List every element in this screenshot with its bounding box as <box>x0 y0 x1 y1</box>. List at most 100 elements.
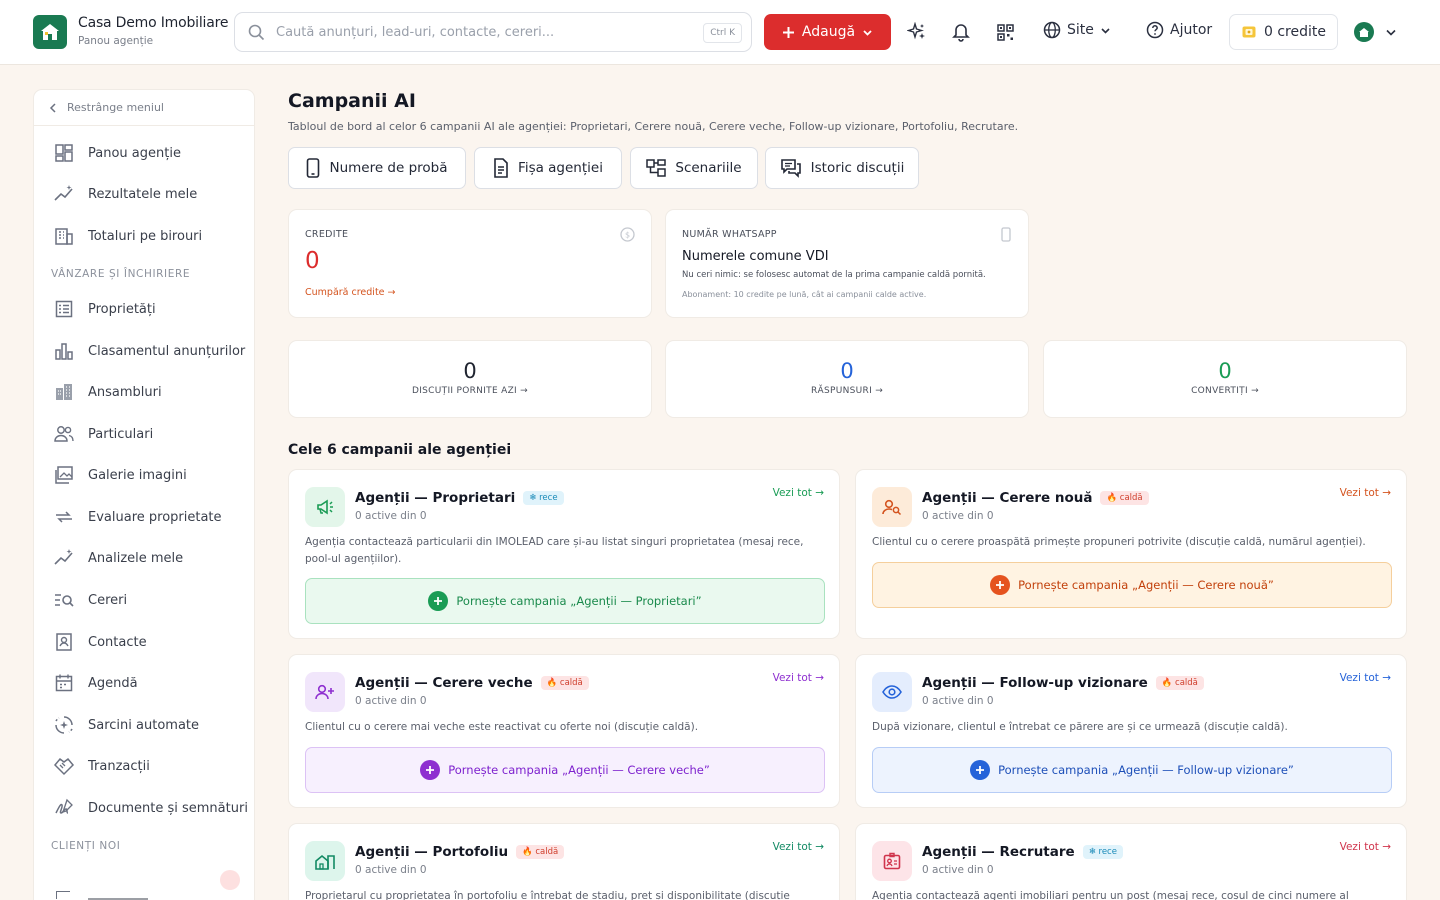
sidebar-item-automated-tasks[interactable]: Sarcini automate <box>52 713 199 737</box>
signature-icon <box>52 796 76 820</box>
stat-value: 0 <box>463 359 477 383</box>
search-input[interactable]: Caută anunțuri, lead-uri, contacte, cere… <box>276 25 554 40</box>
sidebar-item-documents-signatures[interactable]: Documente și semnături <box>52 796 248 820</box>
sidebar-item-image-gallery[interactable]: Galerie imagini <box>52 463 187 487</box>
stat-chats-started[interactable]: 0 DISCUȚII PORNITE AZI → <box>288 340 652 418</box>
view-all-link[interactable]: Vezi tot → <box>773 841 824 853</box>
start-campaign-button[interactable]: Pornește campania „Agenții — Follow-up v… <box>872 747 1392 793</box>
id-badge-icon <box>872 841 912 881</box>
help-link[interactable]: Ajutor <box>1146 21 1212 39</box>
scenarios-button[interactable]: Scenariile <box>630 147 758 189</box>
warm-badge: 🔥 caldă <box>1100 491 1149 505</box>
phone-icon <box>1001 227 1011 242</box>
list-icon <box>52 297 76 321</box>
start-campaign-button[interactable]: Pornește campania „Agenții — Cerere vech… <box>305 747 825 793</box>
qr-code-icon[interactable] <box>993 20 1017 44</box>
tool-label: Numere de probă <box>329 160 448 176</box>
chat-history-button[interactable]: Istoric discuții <box>765 147 919 189</box>
campaign-description: Proprietarul cu proprietatea în portofol… <box>305 890 790 900</box>
bell-icon[interactable] <box>949 20 973 44</box>
list-search-icon <box>52 588 76 612</box>
house-building-icon <box>305 841 345 881</box>
search-bar[interactable]: Caută anunțuri, lead-uri, contacte, cere… <box>234 12 752 52</box>
view-all-link[interactable]: Vezi tot → <box>773 487 824 499</box>
wallet-icon <box>1241 24 1257 40</box>
handshake-icon <box>52 754 76 778</box>
campaign-description: Agenția contactează agenți imobiliari pe… <box>872 890 1349 900</box>
campaign-status: 0 active din 0 <box>922 510 994 522</box>
credits-button[interactable]: 0 credite <box>1229 14 1338 50</box>
sidebar-item-properties[interactable]: Proprietăți <box>52 297 156 321</box>
tool-label: Fișa agenției <box>518 160 603 176</box>
campaign-title: Agenții — Cerere nouă <box>922 490 1093 506</box>
campaign-description: Clientul cu o cerere proaspătă primește … <box>872 536 1366 548</box>
sidebar: Restrânge meniul Panou agenție Rezultate… <box>33 89 255 900</box>
sidebar-item-label: Ansambluri <box>88 384 162 400</box>
cold-badge: ❄ rece <box>523 491 564 505</box>
start-campaign-label: Pornește campania „Agenții — Proprietari… <box>456 594 702 608</box>
sidebar-item-label: Sarcini automate <box>88 717 200 733</box>
chevron-down-icon[interactable] <box>1379 20 1403 44</box>
collapse-menu-button[interactable]: Restrânge meniul <box>34 90 254 126</box>
warm-badge: 🔥 caldă <box>540 676 589 690</box>
help-label: Ajutor <box>1170 22 1213 38</box>
sidebar-item-transactions[interactable]: Tranzacții <box>52 754 150 778</box>
page-title: Campanii AI <box>288 90 416 112</box>
svg-text:$: $ <box>625 231 630 240</box>
start-campaign-button[interactable]: Pornește campania „Agenții — Proprietari… <box>305 578 825 624</box>
credits-card-value: 0 <box>305 248 320 274</box>
whatsapp-number-card: NUMĂR WHATSAPP Numerele comune VDI Nu ce… <box>665 209 1029 318</box>
sidebar-item-listing-ranking[interactable]: Clasamentul anunțurilor <box>52 339 245 363</box>
sidebar-item-office-totals[interactable]: Totaluri pe birouri <box>52 224 202 248</box>
view-all-link[interactable]: Vezi tot → <box>773 672 824 684</box>
campaign-status: 0 active din 0 <box>355 864 427 876</box>
add-button-label: Adaugă <box>801 24 856 40</box>
sidebar-item-agenda[interactable]: Agendă <box>52 671 138 695</box>
view-all-link[interactable]: Vezi tot → <box>1340 672 1391 684</box>
site-menu[interactable]: Site <box>1043 21 1111 39</box>
ai-sparkles-icon[interactable] <box>905 20 929 44</box>
stat-converted[interactable]: 0 CONVERTIȚI → <box>1043 340 1407 418</box>
stat-value: 0 <box>840 359 854 383</box>
buy-credits-link[interactable]: Cumpără credite → <box>305 287 396 298</box>
gallery-icon <box>52 463 76 487</box>
sidebar-item-my-analyses[interactable]: Analizele mele <box>52 546 183 570</box>
user-add-icon <box>305 672 345 712</box>
top-header: Casa Demo Imobiliare Panou agenție Caută… <box>0 0 1440 65</box>
sidebar-item-complexes[interactable]: Ansambluri <box>52 380 162 404</box>
stat-replies[interactable]: 0 RĂSPUNSURI → <box>665 340 1029 418</box>
cold-badge: ❄ rece <box>1082 845 1123 859</box>
view-all-link[interactable]: Vezi tot → <box>1340 841 1391 853</box>
bar-chart-icon <box>52 339 76 363</box>
brand-title: Casa Demo Imobiliare <box>78 15 229 31</box>
avatar[interactable] <box>1354 22 1374 42</box>
start-campaign-button[interactable]: Pornește campania „Agenții — Cerere nouă… <box>872 562 1392 608</box>
test-numbers-button[interactable]: Numere de probă <box>288 147 466 189</box>
sidebar-item-label: Panou agenție <box>88 145 181 161</box>
brand-logo[interactable] <box>33 15 67 49</box>
brand-block: Casa Demo Imobiliare Panou agenție <box>78 15 228 47</box>
campaign-card-portfolio: Agenții — Portofoliu 🔥 caldă 0 active din… <box>288 823 840 900</box>
dashboard-icon <box>52 141 76 165</box>
sidebar-item-property-valuation[interactable]: Evaluare proprietate <box>52 505 222 529</box>
sidebar-item-private-sellers[interactable]: Particulari <box>52 422 153 446</box>
currency-icon: $ <box>620 227 635 242</box>
add-button[interactable]: Adaugă <box>764 14 891 50</box>
chevron-left-icon <box>49 102 57 113</box>
campaign-title-row: Agenții — Portofoliu 🔥 caldă <box>355 844 565 860</box>
agency-profile-button[interactable]: Fișa agenției <box>474 147 622 189</box>
campaign-title-row: Agenții — Proprietari ❄ rece <box>355 490 564 506</box>
sidebar-item-contacts[interactable]: Contacte <box>52 630 147 654</box>
credits-label: 0 credite <box>1264 24 1326 40</box>
campaign-card-owners: Agenții — Proprietari ❄ rece 0 active din… <box>288 469 840 639</box>
search-shortcut: Ctrl K <box>703 23 742 43</box>
sidebar-item-label: Tranzacții <box>88 758 150 774</box>
sidebar-item-requests[interactable]: Cereri <box>52 588 127 612</box>
sidebar-section-new-clients: CLIENȚI NOI <box>51 840 121 852</box>
sidebar-item-my-results[interactable]: Rezultatele mele <box>52 182 197 206</box>
sidebar-item-agency-dashboard[interactable]: Panou agenție <box>52 141 181 165</box>
credits-card-label: CREDITE <box>305 229 349 240</box>
chevron-down-icon <box>1100 25 1111 36</box>
view-all-link[interactable]: Vezi tot → <box>1340 487 1391 499</box>
stat-value: 0 <box>1218 359 1232 383</box>
